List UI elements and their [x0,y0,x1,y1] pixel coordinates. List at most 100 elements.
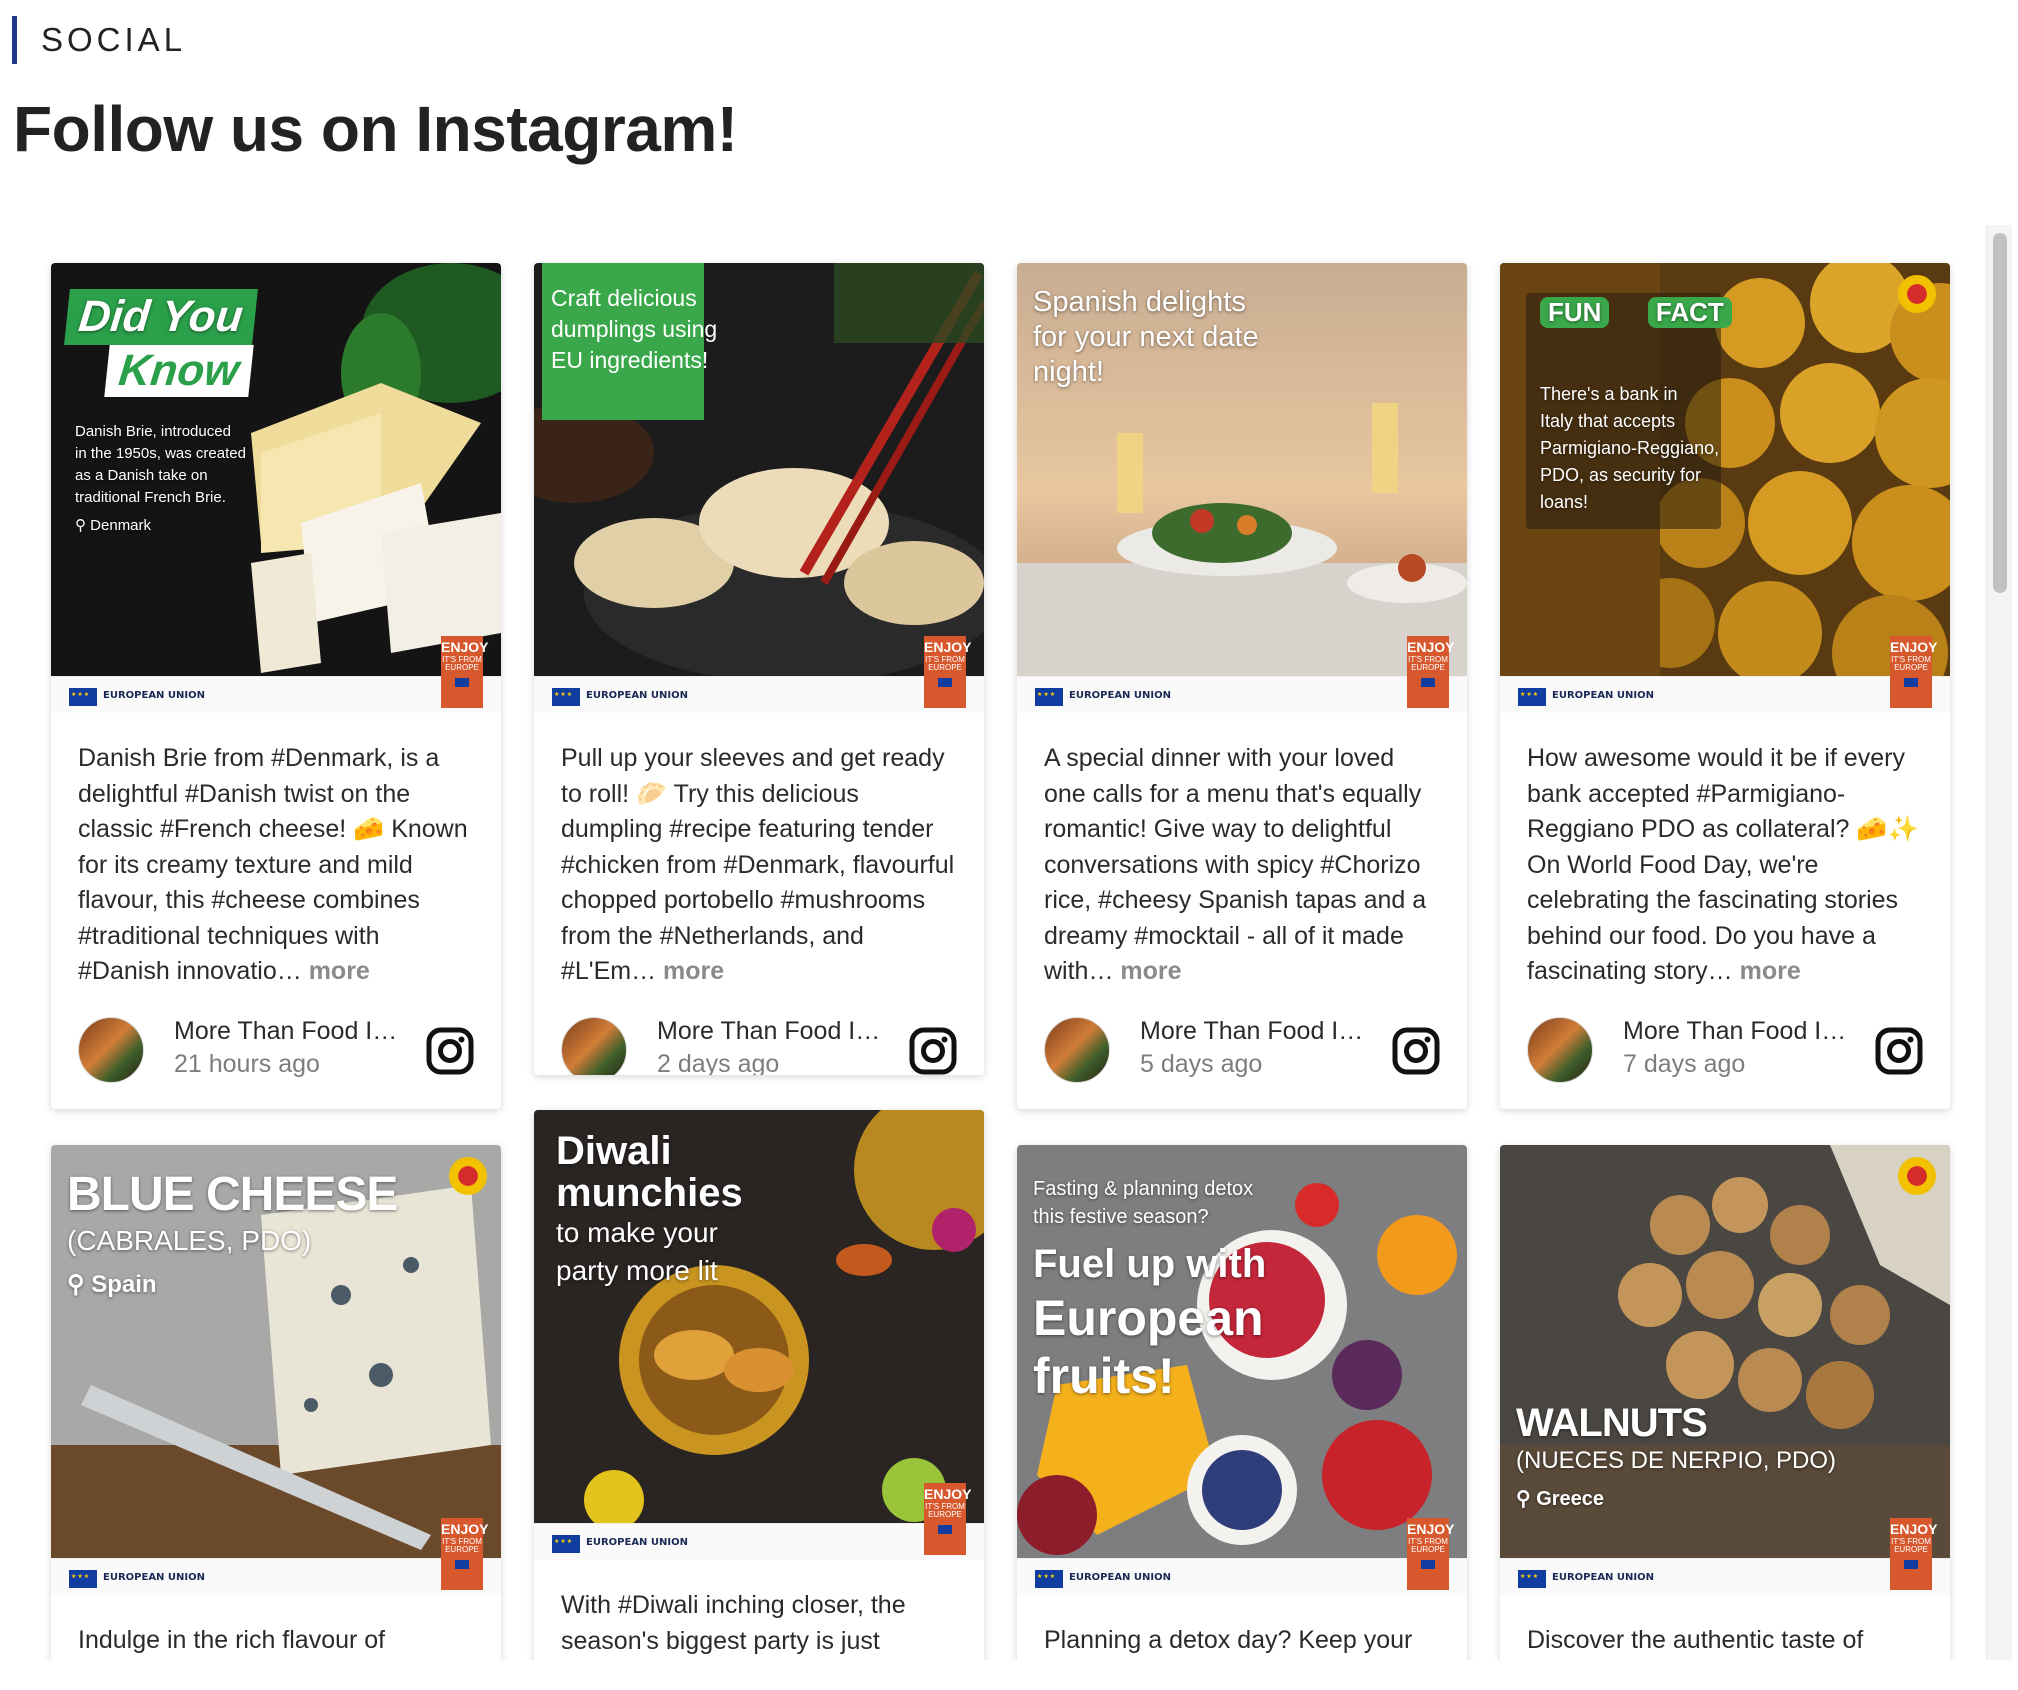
post-caption: Planning a detox day? Keep your [1017,1595,1467,1659]
overlay-location: Denmark [90,517,152,534]
overlay-headline: munchies [556,1171,743,1215]
post-image[interactable]: BLUE CHEESE (CABRALES, PDO) ⚲ Spain EURO… [51,1145,501,1595]
instagram-post-card[interactable]: Spanish delights for your next date nigh… [1017,263,1467,1109]
enjoy-sub: IT'S FROM EUROPE [925,1502,965,1519]
caption-text: Discover the authentic taste of [1527,1626,1864,1654]
eu-flag-icon [1518,1570,1546,1588]
post-caption: With #Diwali inching closer, the season'… [534,1560,984,1660]
overlay-headline: Diwali [556,1129,672,1173]
enjoy-text: ENJOY [1890,1521,1938,1537]
enjoy-europe-logo: ENJOY IT'S FROM EUROPE [1407,1518,1455,1590]
enjoy-europe-logo: ENJOY IT'S FROM EUROPE [924,1483,972,1555]
overlay-location: Greece [1536,1487,1605,1510]
post-image[interactable]: Did You Know Danish Brie, introduced in … [51,263,501,713]
enjoy-text: ENJOY [924,1486,972,1502]
eu-label: EUROPEAN UNION [1552,1572,1654,1583]
scrollbar-thumb[interactable] [1993,233,2007,593]
more-link[interactable]: more [1120,957,1181,985]
instagram-post-card[interactable]: WALNUTS (NUECES DE NERPIO, PDO) ⚲ Greece… [1500,1145,1950,1660]
author-name[interactable]: More Than Food I… [657,1017,880,1046]
instagram-post-card[interactable]: Craft delicious dumplings using EU ingre… [534,263,984,1075]
enjoy-text: ENJOY [1407,1521,1455,1537]
overlay-line: There's a bank in [1540,384,1678,404]
instagram-post-card[interactable]: Fasting & planning detox this festive se… [1017,1145,1467,1660]
more-link[interactable]: more [309,957,370,985]
avatar[interactable] [1527,1016,1593,1083]
eu-label: EUROPEAN UNION [586,690,688,701]
instagram-icon[interactable] [1391,1026,1441,1076]
caption-text: A special dinner with your loved one cal… [1044,744,1427,985]
avatar[interactable] [1044,1016,1110,1083]
post-image[interactable]: Spanish delights for your next date nigh… [1017,263,1467,713]
post-author[interactable]: More Than Food I… 7 days ago [1500,990,1950,1090]
instagram-feed[interactable]: Did You Know Danish Brie, introduced in … [0,225,1990,1660]
author-name[interactable]: More Than Food I… [1623,1017,1846,1046]
post-time: 2 days ago [657,1049,780,1076]
avatar[interactable] [561,1016,627,1075]
fun-fact-badge: FUN [1540,297,1610,328]
post-author[interactable]: More Than Food I… 2 days ago [534,990,984,1076]
post-caption: A special dinner with your loved one cal… [1017,713,1467,990]
feed-scrollbar[interactable] [1986,225,2012,1660]
enjoy-text: ENJOY [441,1521,489,1537]
eu-label: EUROPEAN UNION [103,690,205,701]
enjoy-sub: IT'S FROM EUROPE [1891,1537,1931,1554]
post-author[interactable]: More Than Food I… 5 days ago [1017,990,1467,1090]
enjoy-text: ENJOY [441,639,489,655]
more-link[interactable]: more [1740,957,1801,985]
author-name[interactable]: More Than Food I… [1140,1017,1363,1046]
overlay-location: Spain [91,1270,157,1298]
instagram-post-card[interactable]: BLUE CHEESE (CABRALES, PDO) ⚲ Spain EURO… [51,1145,501,1660]
eu-banner: EUROPEAN UNION [1017,1558,1467,1595]
instagram-post-card[interactable]: FUN FACT There's a bank in Italy that ac… [1500,263,1950,1109]
overlay-line: Craft delicious [551,285,697,311]
more-link[interactable]: more [663,957,724,985]
enjoy-sub: IT'S FROM EUROPE [1891,655,1931,672]
overlay-line: Parmigiano-Reggiano, [1540,438,1720,458]
enjoy-europe-logo: ENJOY IT'S FROM EUROPE [1407,636,1454,708]
eu-flag-icon [69,1570,97,1588]
overlay-line: loans! [1540,492,1589,512]
enjoy-text: ENJOY [924,639,972,655]
overlay-headline: European [1033,1290,1264,1346]
enjoy-sub: IT'S FROM EUROPE [925,655,965,672]
post-author[interactable]: More Than Food I… 21 hours ago [51,990,501,1090]
post-image[interactable]: FUN FACT There's a bank in Italy that ac… [1500,263,1950,713]
overlay-line: Italy that accepts [1540,411,1676,431]
enjoy-text: ENJOY [1890,639,1938,655]
post-image[interactable]: WALNUTS (NUECES DE NERPIO, PDO) ⚲ Greece… [1500,1145,1950,1595]
post-caption: Discover the authentic taste of [1500,1595,1950,1659]
eu-flag-icon [1518,688,1546,706]
post-caption: Pull up your sleeves and get ready to ro… [534,713,984,990]
overlay-headline: fruits! [1033,1348,1175,1404]
avatar[interactable] [78,1016,144,1083]
post-caption: Indulge in the rich flavour of Cabrales [51,1595,501,1660]
instagram-post-card[interactable]: Diwali munchies to make your party more … [534,1110,984,1660]
post-image[interactable]: Diwali munchies to make your party more … [534,1110,984,1560]
instagram-icon[interactable] [425,1026,475,1076]
caption-text: Planning a detox day? Keep your [1044,1626,1413,1654]
overlay-line: in the 1950s, was created [75,445,246,462]
caption-text: Pull up your sleeves and get ready to ro… [561,744,955,985]
author-name[interactable]: More Than Food I… [174,1017,397,1046]
caption-text: With #Diwali inching closer, the season'… [561,1591,906,1655]
instagram-icon[interactable] [908,1026,958,1076]
enjoy-europe-logo: ENJOY IT'S FROM EUROPE [441,636,489,708]
post-image[interactable]: Craft delicious dumplings using EU ingre… [534,263,984,713]
enjoy-sub: IT'S FROM EUROPE [1408,1537,1448,1554]
fun-fact-badge-2: FACT [1647,297,1732,328]
instagram-post-card[interactable]: Did You Know Danish Brie, introduced in … [51,263,501,1109]
did-you-know-badge-2: Know [104,344,254,397]
location-pin-icon: ⚲ [1516,1487,1531,1510]
post-caption: Danish Brie from #Denmark, is a delightf… [51,713,501,990]
instagram-icon[interactable] [1874,1026,1924,1076]
overlay-headline: Fuel up with [1033,1242,1267,1286]
eu-banner: EUROPEAN UNION [534,676,984,713]
overlay-line: for your next date [1033,321,1259,353]
eu-banner: EUROPEAN UNION [1500,1558,1950,1595]
enjoy-europe-logo: ENJOY IT'S FROM EUROPE [441,1518,489,1590]
section-label: SOCIAL [12,16,186,64]
overlay-line: EU ingredients! [551,347,709,373]
post-image[interactable]: Fasting & planning detox this festive se… [1017,1145,1467,1595]
eu-banner: EUROPEAN UNION [534,1523,984,1560]
